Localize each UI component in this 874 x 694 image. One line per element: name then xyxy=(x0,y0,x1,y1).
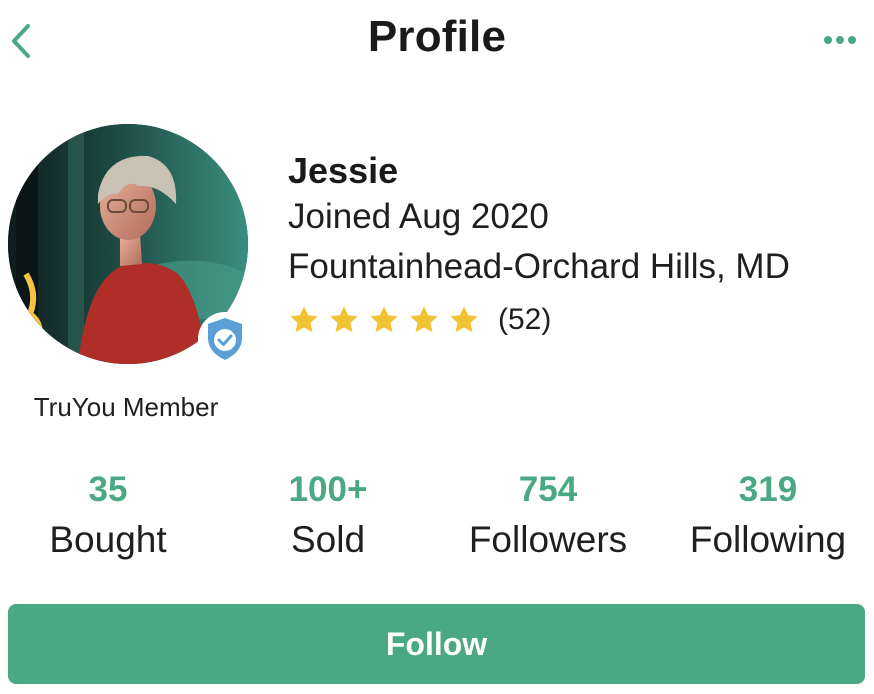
header-bar: Profile xyxy=(0,0,874,86)
stat-label: Following xyxy=(689,519,847,560)
rating-stars xyxy=(288,304,488,336)
profile-screen: Profile TruYou Member Jessie Joined Aug … xyxy=(0,0,874,694)
star-icon xyxy=(410,306,438,333)
stat-value: 35 xyxy=(88,470,128,509)
follow-button[interactable]: Follow xyxy=(8,604,865,684)
location: Fountainhead-Orchard Hills, MD xyxy=(288,247,790,286)
stat-value: 100+ xyxy=(288,470,368,509)
verified-check-icon xyxy=(208,318,242,360)
stat-value: 319 xyxy=(738,470,798,509)
stat-bought[interactable]: 35 Bought xyxy=(18,468,198,564)
stat-label: Followers xyxy=(468,519,628,560)
stat-label: Bought xyxy=(49,519,167,560)
joined-date: Joined Aug 2020 xyxy=(288,197,549,236)
stat-following[interactable]: 319 Following xyxy=(670,468,866,564)
stat-followers[interactable]: 754 Followers xyxy=(448,468,648,564)
more-options-button[interactable] xyxy=(820,30,860,50)
profile-name: Jessie xyxy=(288,150,399,191)
star-icon xyxy=(370,306,398,333)
star-icon xyxy=(450,306,478,333)
page-title: Profile xyxy=(367,12,507,61)
rating-row[interactable]: (52) xyxy=(288,302,868,338)
more-horizontal-icon xyxy=(824,36,856,44)
stat-label: Sold xyxy=(290,519,366,560)
verified-badge xyxy=(198,312,252,366)
rating-count: (52) xyxy=(498,303,552,336)
profile-info: Jessie Joined Aug 2020 Fountainhead-Orch… xyxy=(288,150,868,338)
star-icon xyxy=(330,306,358,333)
avatar-container xyxy=(8,124,252,366)
stat-value: 754 xyxy=(518,470,578,509)
stats-row: 35 Bought 100+ Sold 754 Followers 319 Fo… xyxy=(0,468,874,568)
truyou-member-label: TruYou Member xyxy=(33,392,219,422)
star-icon xyxy=(290,306,318,333)
stat-sold[interactable]: 100+ Sold xyxy=(238,468,418,564)
